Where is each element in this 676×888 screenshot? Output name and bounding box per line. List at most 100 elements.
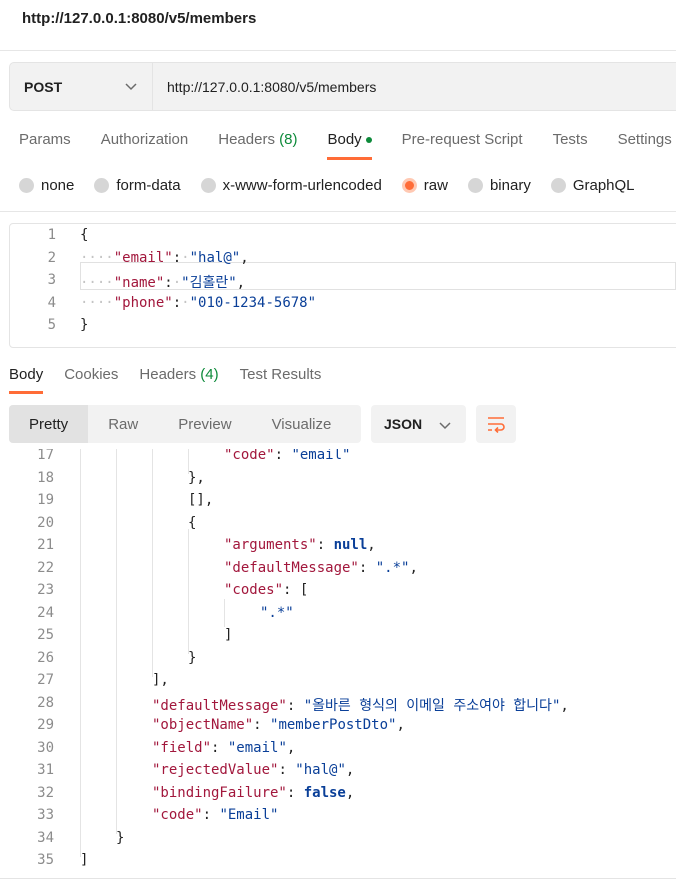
view-raw[interactable]: Raw <box>88 405 158 443</box>
json-boolean: false <box>303 785 346 801</box>
code-line: ····"phone":·"010-1234-5678" <box>80 295 317 311</box>
line-number: 1 <box>47 227 56 243</box>
indent-guide <box>224 599 225 627</box>
radio-x-www-form-urlencoded[interactable]: x-www-form-urlencoded <box>200 177 382 194</box>
json-key: "defaultMessage" <box>152 698 287 714</box>
json-string: ".*" <box>260 605 294 621</box>
format-select[interactable]: JSON <box>371 405 466 443</box>
code-line: ] <box>80 852 89 868</box>
response-tabs: Body Cookies Headers (4) Test Results <box>9 366 342 394</box>
wrap-lines-icon <box>488 417 505 433</box>
tab-cookies[interactable]: Cookies <box>64 366 118 383</box>
tab-headers[interactable]: Headers (8) <box>218 131 297 148</box>
url-input[interactable]: http://127.0.0.1:8080/v5/members <box>153 62 676 111</box>
json-key: "bindingFailure" <box>152 785 287 801</box>
line-number: 33 <box>37 807 54 823</box>
body-indicator-dot <box>365 137 372 144</box>
view-preview[interactable]: Preview <box>158 405 251 443</box>
json-null: null <box>333 537 368 553</box>
radio-circle <box>200 178 216 193</box>
json-string: "hal@" <box>189 250 241 266</box>
json-key: "name" <box>113 275 165 291</box>
json-string: "김홀란" <box>181 275 237 291</box>
line-number: 5 <box>47 317 56 333</box>
body-type-radios: none form-data x-www-form-urlencoded raw… <box>19 177 655 194</box>
code-line: "codes": [ <box>224 582 309 598</box>
radio-raw[interactable]: raw <box>401 177 448 194</box>
json-bracket: [ <box>299 582 309 598</box>
code-line: ], <box>152 672 169 688</box>
radio-circle <box>550 178 566 193</box>
code-line: "defaultMessage": ".*", <box>224 560 418 576</box>
radio-none[interactable]: none <box>19 177 74 194</box>
line-number: 4 <box>47 295 56 311</box>
tab-body[interactable]: Body <box>327 131 372 160</box>
indent-guide <box>116 449 117 834</box>
chevron-down-icon <box>125 83 137 91</box>
json-key: "phone" <box>113 295 173 311</box>
bottom-divider <box>0 878 676 879</box>
radio-graphql[interactable]: GraphQL <box>550 177 635 194</box>
title-divider <box>0 50 676 51</box>
radio-label: GraphQL <box>572 177 635 194</box>
method-label: POST <box>24 78 63 95</box>
code-line: "code": "email" <box>224 449 351 463</box>
line-number: 19 <box>37 492 54 508</box>
json-key: "code" <box>152 807 203 823</box>
json-string: ".*" <box>375 560 410 576</box>
code-line: ····"name":·"김홀란", <box>80 275 246 291</box>
tab-response-headers-label: Headers <box>139 366 197 383</box>
line-number: 20 <box>37 515 54 531</box>
code-line: ····"email":·"hal@", <box>80 250 249 266</box>
line-number: 34 <box>37 830 54 846</box>
format-label: JSON <box>384 416 423 432</box>
code-line: { <box>188 515 197 531</box>
json-string: "email" <box>291 449 351 463</box>
line-number: 2 <box>47 250 56 266</box>
tab-params[interactable]: Params <box>19 131 71 148</box>
radio-label: none <box>41 177 75 194</box>
view-visualize[interactable]: Visualize <box>252 405 352 443</box>
line-number: 27 <box>37 672 54 688</box>
line-number: 24 <box>37 605 54 621</box>
json-string: "010-1234-5678" <box>189 295 317 311</box>
json-string: "올바른 형식의 이메일 주소여야 합니다" <box>303 698 561 714</box>
radio-form-data[interactable]: form-data <box>94 177 181 194</box>
response-body-viewer[interactable]: 17 18 19 20 21 22 23 24 25 26 27 28 29 3… <box>0 449 676 879</box>
tab-headers-label: Headers <box>218 131 275 148</box>
tab-settings[interactable]: Settings <box>618 131 672 148</box>
json-key: "field" <box>152 740 212 756</box>
code-brace: { <box>80 227 89 243</box>
json-string: "Email" <box>219 807 279 823</box>
line-number: 28 <box>37 695 54 711</box>
tab-test-results[interactable]: Test Results <box>240 366 322 383</box>
json-key: "code" <box>224 449 275 463</box>
line-number: 32 <box>37 785 54 801</box>
request-url-bar: POST http://127.0.0.1:8080/v5/members <box>9 62 676 111</box>
tab-tests[interactable]: Tests <box>553 131 588 148</box>
method-select[interactable]: POST <box>9 62 153 111</box>
code-line: "arguments": null, <box>224 537 376 553</box>
json-key: "email" <box>113 250 173 266</box>
radio-circle <box>94 178 110 193</box>
tab-response-headers[interactable]: Headers (4) <box>139 366 218 383</box>
section-divider <box>0 211 676 212</box>
line-number: 18 <box>37 470 54 486</box>
tab-pre-request-script[interactable]: Pre-request Script <box>402 131 523 148</box>
wrap-lines-button[interactable] <box>476 405 516 443</box>
tab-response-body[interactable]: Body <box>9 366 44 394</box>
view-pretty[interactable]: Pretty <box>9 405 89 443</box>
radio-binary[interactable]: binary <box>467 177 531 194</box>
request-tabs: Params Authorization Headers (8) Body Pr… <box>19 131 676 160</box>
radio-label: form-data <box>116 177 181 194</box>
radio-label: x-www-form-urlencoded <box>222 177 382 194</box>
code-line: [], <box>188 492 214 508</box>
line-number: 3 <box>47 272 56 288</box>
json-string: "email" <box>227 740 287 756</box>
line-number: 25 <box>37 627 54 643</box>
code-line: } <box>188 650 197 666</box>
tab-authorization[interactable]: Authorization <box>101 131 189 148</box>
code-line: "rejectedValue": "hal@", <box>152 762 355 778</box>
line-number: 29 <box>37 717 54 733</box>
radio-circle <box>467 178 483 193</box>
